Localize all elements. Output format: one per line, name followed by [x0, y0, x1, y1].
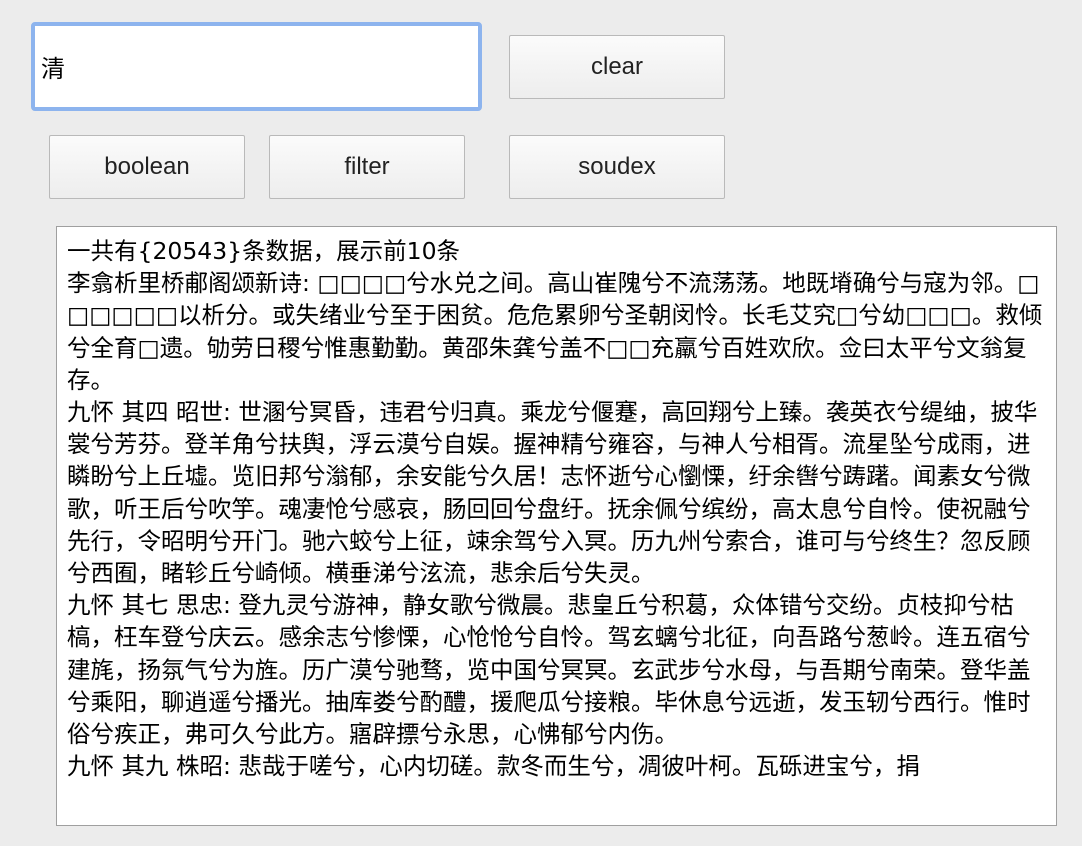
result-entry: 九怀 其四 昭世: 世溷兮冥昏，违君兮归真。乘龙兮偃蹇，高回翔兮上臻。袭英衣兮缇… [67, 398, 1038, 588]
result-entry: 九怀 其七 思忠: 登九灵兮游神，静女歌兮微晨。悲皇丘兮积葛，众体错兮交纷。贞枝… [67, 591, 1031, 749]
soundex-button[interactable]: soudex [509, 135, 725, 199]
result-entry: 九怀 其九 株昭: 悲哉于嗟兮，心内切磋。款冬而生兮，凋彼叶柯。瓦砾进宝兮，捐 [67, 752, 920, 781]
results-summary: 一共有{20543}条数据，展示前10条 [67, 237, 461, 265]
results-text-area[interactable]: 一共有{20543}条数据，展示前10条 李翕析里桥郙阁颂新诗: □□□□兮水兑… [56, 226, 1057, 826]
clear-button[interactable]: clear [509, 35, 725, 99]
search-input[interactable] [31, 22, 482, 111]
result-entry: 李翕析里桥郙阁颂新诗: □□□□兮水兑之间。高山崔隗兮不流荡荡。地既塉确兮与寇为… [67, 269, 1043, 394]
boolean-search-button[interactable]: boolean [49, 135, 245, 199]
filter-button[interactable]: filter [269, 135, 465, 199]
app-window: clear boolean filter soudex 一共有{20543}条数… [0, 0, 1082, 846]
